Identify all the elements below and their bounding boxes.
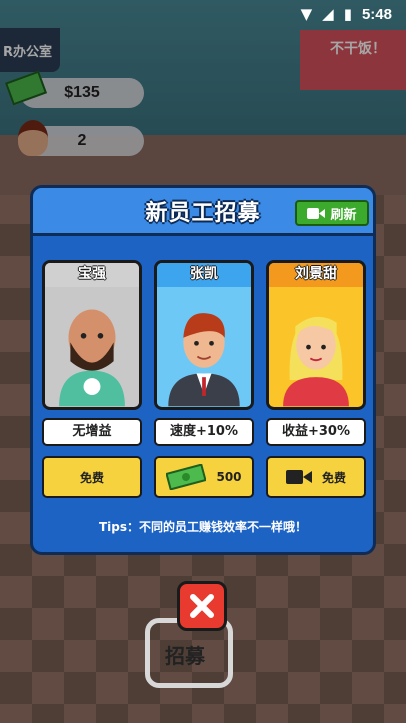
- hire-video-button-3[interactable]: 免费: [266, 456, 366, 498]
- wifi-icon: ▼: [300, 5, 313, 23]
- video-icon: [285, 470, 312, 484]
- hire-paid-button-2[interactable]: 500: [154, 456, 254, 498]
- candidate-portrait-suit: [157, 290, 251, 407]
- candidate-perk-2: 速度+10%: [154, 418, 254, 446]
- candidate-portrait-bald-bearded: [45, 290, 139, 407]
- candidate-portrait-blonde: [269, 290, 363, 407]
- dialog-title: 新员工招募: [145, 200, 261, 226]
- battery-icon: ▮: [343, 5, 352, 23]
- hire-button-label: 免费: [321, 470, 346, 485]
- refresh-label: 刷新: [330, 207, 357, 223]
- refresh-button[interactable]: 刷新: [295, 200, 369, 226]
- candidate-name: 刘景甜: [269, 263, 363, 287]
- candidate-card-3[interactable]: 刘景甜: [266, 260, 366, 410]
- candidate-card-1[interactable]: 宝强: [42, 260, 142, 410]
- dialog-header: 新员工招募 刷新: [33, 188, 373, 236]
- recruit-dialog: 新员工招募 刷新 宝强 张凯 刘景甜 无增益 速度+10% 收益+30% 免费 …: [30, 185, 376, 555]
- candidate-name: 张凯: [157, 263, 251, 287]
- candidate-perk-1: 无增益: [42, 418, 142, 446]
- tips-text: Tips：不同的员工赚钱效率不一样哦！: [98, 520, 308, 534]
- candidate-name: 宝强: [45, 263, 139, 287]
- cash-icon: [166, 464, 207, 490]
- close-icon: [190, 594, 214, 618]
- close-button[interactable]: [177, 581, 227, 631]
- video-icon: [307, 207, 326, 219]
- candidate-card-2[interactable]: 张凯: [154, 260, 254, 410]
- clock: 5:48: [361, 5, 392, 23]
- candidate-perk-3: 收益+30%: [266, 418, 366, 446]
- hire-button-label: 免费: [79, 470, 104, 485]
- hire-free-button-1[interactable]: 免费: [42, 456, 142, 498]
- signal-icon: ◢: [322, 5, 334, 23]
- recruit-label: 招募: [165, 644, 205, 668]
- hire-button-label: 500: [216, 470, 242, 484]
- status-bar: ▼ ◢ ▮ 5:48: [0, 0, 406, 28]
